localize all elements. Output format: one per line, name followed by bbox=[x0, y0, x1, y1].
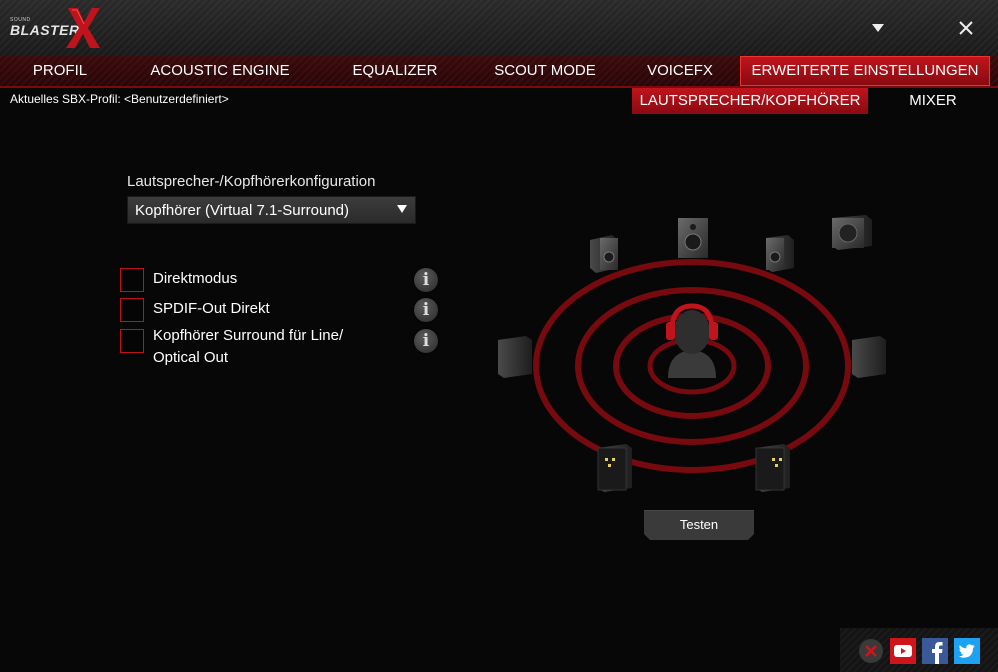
side-left-speaker-icon bbox=[498, 336, 532, 378]
social-links-bar bbox=[840, 628, 998, 672]
subtab-lautsprecher-kopfhoerer[interactable]: LAUTSPRECHER/KOPFHÖRER bbox=[632, 88, 868, 114]
front-left-speaker-icon bbox=[590, 235, 618, 273]
surround-line-out-label: Kopfhörer Surround für Line/ Optical Out bbox=[153, 325, 343, 369]
tab-voicefx[interactable]: VOICEFX bbox=[638, 56, 722, 86]
main-tab-bar: PROFIL ACOUSTIC ENGINE EQUALIZER SCOUT M… bbox=[0, 56, 998, 88]
rear-left-speaker-icon bbox=[597, 444, 632, 492]
surround-line-out-info-icon[interactable]: i bbox=[414, 329, 438, 353]
twitter-icon[interactable] bbox=[954, 638, 980, 664]
youtube-icon[interactable] bbox=[890, 638, 916, 664]
spdif-out-direkt-info-icon[interactable]: i bbox=[414, 298, 438, 322]
speaker-config-label: Lautsprecher-/Kopfhörerkonfiguration bbox=[127, 173, 376, 190]
side-right-speaker-icon bbox=[852, 336, 886, 378]
tab-erweiterte-einstellungen[interactable]: ERWEITERTE EINSTELLUNGEN bbox=[740, 56, 990, 86]
surround-line-out-label-line2: Optical Out bbox=[153, 349, 229, 366]
center-speaker-icon bbox=[678, 218, 708, 258]
subtab-mixer[interactable]: MIXER bbox=[890, 88, 976, 114]
no-sound-icon[interactable] bbox=[858, 638, 884, 664]
front-right-speaker-icon bbox=[766, 235, 794, 272]
title-bar: SOUND BLASTER bbox=[0, 0, 998, 56]
speaker-config-value: Kopfhörer (Virtual 7.1-Surround) bbox=[135, 202, 349, 219]
sound-blaster-window: SOUND BLASTER PROFIL ACOUSTIC ENGINE EQU… bbox=[0, 0, 998, 672]
surround-line-out-checkbox[interactable] bbox=[120, 329, 144, 353]
dropdown-arrow-icon bbox=[397, 205, 407, 213]
close-icon bbox=[959, 21, 973, 35]
test-button-label: Testen bbox=[679, 517, 719, 532]
rear-right-speaker-icon bbox=[755, 444, 790, 492]
facebook-icon[interactable] bbox=[922, 638, 948, 664]
logo-x-icon bbox=[66, 8, 100, 48]
sound-blaster-x-logo: SOUND BLASTER bbox=[8, 8, 100, 48]
direktmodus-checkbox[interactable] bbox=[120, 268, 144, 292]
tab-profil[interactable]: PROFIL bbox=[15, 56, 105, 86]
tab-equalizer[interactable]: EQUALIZER bbox=[340, 56, 450, 86]
close-button[interactable] bbox=[954, 16, 978, 40]
menu-dropdown-button[interactable] bbox=[866, 16, 890, 40]
speaker-visualization bbox=[498, 215, 886, 492]
speaker-config-dropdown[interactable]: Kopfhörer (Virtual 7.1-Surround) bbox=[127, 196, 416, 224]
tab-acoustic-engine[interactable]: ACOUSTIC ENGINE bbox=[140, 56, 300, 86]
current-profile-label: Aktuelles SBX-Profil: <Benutzerdefiniert… bbox=[10, 92, 229, 106]
spdif-out-direkt-label: SPDIF-Out Direkt bbox=[153, 300, 270, 317]
spdif-out-direkt-checkbox[interactable] bbox=[120, 298, 144, 322]
direktmodus-info-icon[interactable]: i bbox=[414, 268, 438, 292]
test-button[interactable]: Testen bbox=[644, 510, 754, 540]
tab-scout-mode[interactable]: SCOUT MODE bbox=[482, 56, 608, 86]
subwoofer-icon bbox=[832, 215, 872, 250]
surround-line-out-label-line1: Kopfhörer Surround für Line/ bbox=[153, 327, 344, 344]
direktmodus-label: Direktmodus bbox=[153, 270, 238, 287]
chevron-down-icon bbox=[872, 24, 884, 32]
